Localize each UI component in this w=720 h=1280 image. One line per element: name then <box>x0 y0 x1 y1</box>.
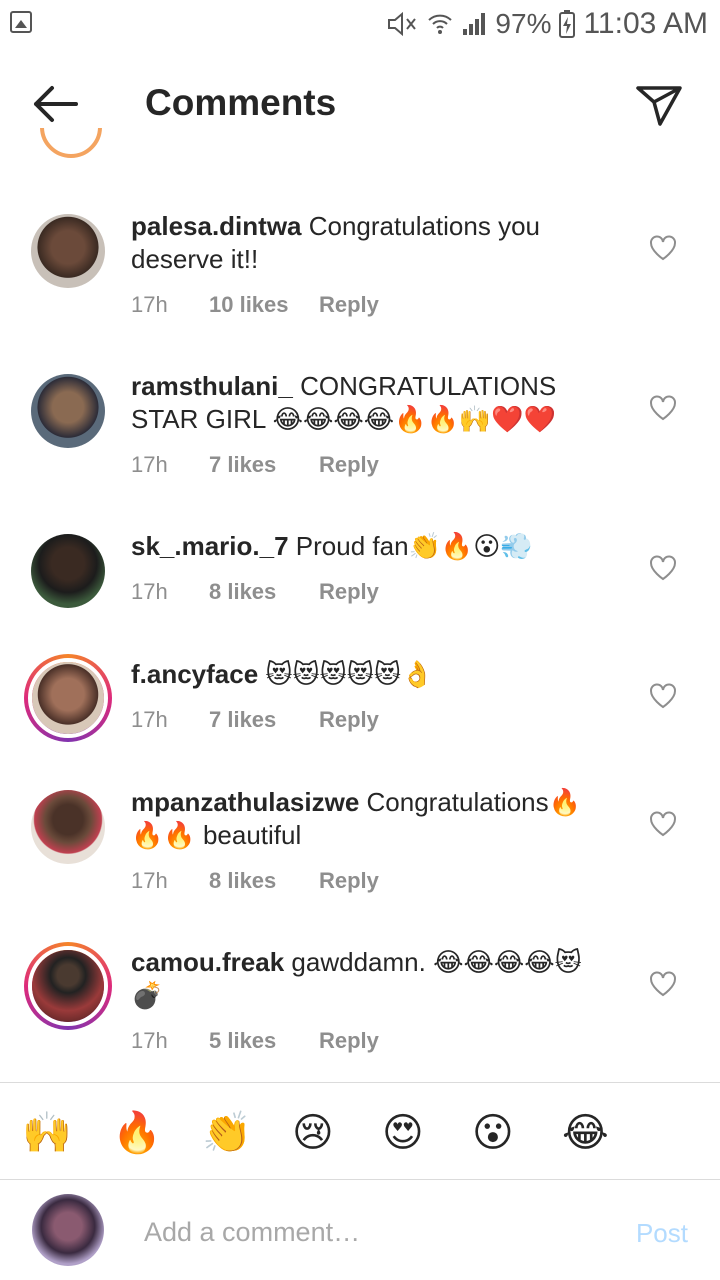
emoji-crying-face[interactable]: 😢 <box>292 1109 334 1157</box>
status-bar: 97% 11:03 AM <box>0 0 720 48</box>
comment-time: 17h <box>131 1028 168 1053</box>
avatar[interactable] <box>31 374 105 448</box>
comment-username[interactable]: f.ancyface <box>131 659 258 689</box>
comment-username[interactable]: camou.freak <box>131 947 284 977</box>
comment-time: 17h <box>131 868 168 893</box>
avatar-with-story[interactable] <box>24 942 112 1030</box>
avatar[interactable] <box>31 534 105 608</box>
comment-meta: 17h 10 likes Reply <box>131 292 379 318</box>
heart-icon <box>650 395 676 421</box>
reply-button[interactable]: Reply <box>319 1028 379 1054</box>
avatar[interactable] <box>31 790 105 864</box>
heart-icon <box>650 555 676 581</box>
comment-likes[interactable]: 7 likes <box>209 707 319 733</box>
comment-text: f.ancyface 😻😻😻😻😻👌 <box>131 658 601 691</box>
quick-emoji-bar: 🙌 🔥 👏 😢 😍 😮 😂 <box>0 1082 720 1180</box>
comment-text: sk_.mario._7 Proud fan👏🔥😮💨 <box>131 530 601 563</box>
signal-icon <box>461 11 487 37</box>
comment-composer: Post <box>0 1180 720 1280</box>
comment-meta: 17h 8 likes Reply <box>131 579 379 605</box>
comment-text: camou.freak gawddamn. 😂😂😂😂😻💣 <box>131 946 601 1012</box>
post-button[interactable]: Post <box>636 1218 688 1249</box>
emoji-heart-eyes[interactable]: 😍 <box>382 1109 424 1157</box>
comment-time: 17h <box>131 707 168 732</box>
comment-meta: 17h 8 likes Reply <box>131 868 379 894</box>
like-button[interactable] <box>649 683 677 709</box>
avatar[interactable] <box>31 214 105 288</box>
comment-time: 17h <box>131 452 168 477</box>
emoji-surprised-face[interactable]: 😮 <box>472 1109 514 1157</box>
comment-username[interactable]: sk_.mario._7 <box>131 531 289 561</box>
comment-likes[interactable]: 10 likes <box>209 292 319 318</box>
comment-likes[interactable]: 5 likes <box>209 1028 319 1054</box>
comment-likes[interactable]: 8 likes <box>209 579 319 605</box>
comment-username[interactable]: mpanzathulasizwe <box>131 787 359 817</box>
my-avatar <box>32 1194 104 1266</box>
reply-button[interactable]: Reply <box>319 868 379 894</box>
paper-plane-icon <box>636 86 682 126</box>
comment-text: palesa.dintwa Congratulations you deserv… <box>131 210 601 276</box>
heart-icon <box>650 235 676 261</box>
reply-button[interactable]: Reply <box>319 579 379 605</box>
like-button[interactable] <box>649 555 677 581</box>
arrow-left-icon <box>34 86 78 122</box>
comment-message: Proud fan👏🔥😮💨 <box>295 531 533 561</box>
comment-meta: 17h 5 likes Reply <box>131 1028 379 1054</box>
mute-icon <box>385 11 419 37</box>
emoji-tears-of-joy[interactable]: 😂 <box>562 1109 609 1157</box>
comment-username[interactable]: palesa.dintwa <box>131 211 302 241</box>
like-button[interactable] <box>649 395 677 421</box>
comment-meta: 17h 7 likes Reply <box>131 452 379 478</box>
comment-time: 17h <box>131 579 168 604</box>
heart-icon <box>650 683 676 709</box>
battery-charging-icon <box>559 10 576 38</box>
gallery-notification-icon <box>10 11 32 33</box>
comment-likes[interactable]: 8 likes <box>209 868 319 894</box>
comment-meta: 17h 7 likes Reply <box>131 707 379 733</box>
like-button[interactable] <box>649 811 677 837</box>
emoji-clapping-hands[interactable]: 👏 <box>202 1109 252 1157</box>
comment-time: 17h <box>131 292 168 317</box>
emoji-raising-hands[interactable]: 🙌 <box>22 1109 72 1157</box>
share-button[interactable] <box>634 80 684 130</box>
comment-text: ramsthulani_ CONGRATULATIONS STAR GIRL 😂… <box>131 370 601 436</box>
comment-likes[interactable]: 7 likes <box>209 452 319 478</box>
comment-input[interactable] <box>144 1210 584 1254</box>
back-button[interactable] <box>28 80 84 128</box>
previous-avatar-partial <box>40 128 102 164</box>
heart-icon <box>650 811 676 837</box>
wifi-icon <box>427 11 453 37</box>
comment-username[interactable]: ramsthulani_ <box>131 371 293 401</box>
clock: 11:03 AM <box>583 7 708 40</box>
emoji-fire[interactable]: 🔥 <box>112 1109 162 1157</box>
reply-button[interactable]: Reply <box>319 707 379 733</box>
battery-percent: 97% <box>495 8 552 39</box>
reply-button[interactable]: Reply <box>319 292 379 318</box>
header: Comments <box>0 56 720 152</box>
like-button[interactable] <box>649 235 677 261</box>
reply-button[interactable]: Reply <box>319 452 379 478</box>
heart-icon <box>650 971 676 997</box>
comment-text: mpanzathulasizwe Congratulations🔥🔥🔥 beau… <box>131 786 601 852</box>
avatar-with-story[interactable] <box>24 654 112 742</box>
page-title: Comments <box>145 82 337 123</box>
like-button[interactable] <box>649 971 677 997</box>
comment-message: 😻😻😻😻😻👌 <box>265 659 434 689</box>
